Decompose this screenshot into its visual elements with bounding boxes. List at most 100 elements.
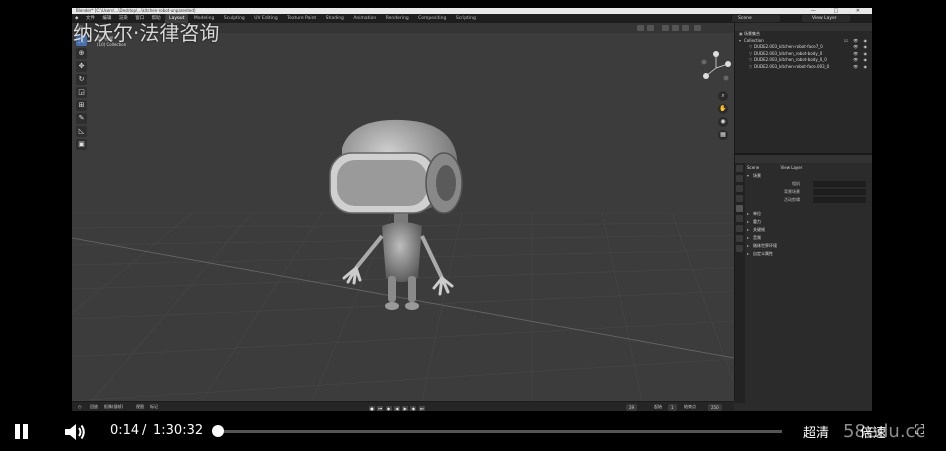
render-tab-icon[interactable] bbox=[736, 175, 743, 182]
shading-options-icon[interactable] bbox=[694, 25, 701, 31]
view-layer-label: View Layer bbox=[780, 165, 803, 170]
view-layer-selector[interactable]: View Layer bbox=[802, 15, 850, 22]
quality-button[interactable]: 超清 bbox=[803, 422, 829, 441]
tab-animation[interactable]: Animation bbox=[349, 14, 380, 23]
audio-panel-header[interactable]: ▸ 音频 bbox=[747, 234, 870, 242]
zoom-icon[interactable]: ⌕ bbox=[718, 91, 728, 101]
scene-collection-label: 场景集合 bbox=[744, 31, 760, 36]
properties-body: Scene View Layer ▾ 场景 相机 背景场景 活动剪辑 ▸ 单位 ▸ 重… bbox=[747, 163, 870, 258]
object-label: DUDE2.003_kitchen-robot-face.003_0 bbox=[754, 63, 830, 69]
playback-controls: ● ⏮ ◆ ◀ ▶ ◆ ⏭ bbox=[369, 404, 429, 412]
object-label: DUDE2.003_kitchen-robot-face7_0 bbox=[754, 44, 823, 49]
solid-shading-icon[interactable] bbox=[662, 25, 669, 31]
rigid-body-panel-header[interactable]: ▸ 刚体世界环境 bbox=[747, 242, 870, 250]
tab-texture-paint[interactable]: Texture Paint bbox=[283, 14, 320, 23]
viewport-nav-buttons: ⌕ ✋ ◉ ▦ bbox=[718, 91, 728, 143]
navigation-gizmo[interactable] bbox=[698, 50, 734, 86]
watermark-top: 纳沃尔·法律咨询 bbox=[73, 21, 220, 45]
pause-button[interactable] bbox=[13, 424, 29, 440]
units-panel-header[interactable]: ▸ 单位 bbox=[747, 210, 870, 218]
window-title: Blender* [C:\Users\...\Desktop\...\kitch… bbox=[76, 8, 196, 13]
pause-icon bbox=[23, 424, 28, 439]
rendered-shading-icon[interactable] bbox=[682, 25, 689, 31]
properties-tabs bbox=[735, 163, 745, 403]
watermark-bottom: 58edu.cc bbox=[843, 421, 926, 442]
material-shading-icon[interactable] bbox=[672, 25, 679, 31]
move-icon[interactable]: ✥ bbox=[76, 61, 87, 72]
start-frame-field[interactable]: 1 bbox=[668, 404, 677, 411]
volume-icon[interactable] bbox=[63, 421, 87, 443]
rotate-icon[interactable]: ↻ bbox=[76, 74, 87, 85]
tool-tab-icon[interactable] bbox=[736, 165, 743, 172]
grid-view-icon[interactable]: ▦ bbox=[718, 130, 728, 140]
pause-icon bbox=[15, 424, 20, 439]
tab-scripting[interactable]: Scripting bbox=[452, 14, 480, 23]
pan-icon[interactable]: ✋ bbox=[718, 104, 728, 114]
background-scene-field[interactable] bbox=[813, 189, 866, 195]
object-label: DUDE2.003_kitchen_robot-body_0_0 bbox=[754, 57, 827, 62]
background-scene-row: 背景场景 bbox=[747, 188, 870, 196]
active-clip-row: 活动剪辑 bbox=[747, 196, 870, 204]
collection-label: Collection bbox=[744, 37, 764, 43]
xray-icon[interactable] bbox=[647, 25, 654, 31]
3d-viewport[interactable]: 用户透视 (10) Collection ⬚ ⊕ ✥ ↻ ◲ ⊞ ✎ ◺ ▣ ⌕ bbox=[72, 23, 734, 401]
active-clip-field[interactable] bbox=[813, 197, 866, 203]
outliner-panel: ▣场景集合 ▾ Collection ☑ 👁 ◉ ▽ DUDE2.003_kitche… bbox=[734, 23, 872, 153]
physics-tab-icon[interactable] bbox=[736, 245, 743, 252]
gravity-panel-header[interactable]: ▸ 重力 bbox=[747, 218, 870, 226]
scene-section-label: 场景 bbox=[753, 173, 761, 178]
scene-label: Scene bbox=[747, 165, 760, 170]
active-clip-label: 活动剪辑 bbox=[784, 197, 800, 202]
video-player-controls: 0:14 / 1:30:32 超清 倍速 ⛶ bbox=[0, 411, 946, 451]
outliner-header bbox=[735, 23, 872, 31]
panel-label: 音频 bbox=[753, 235, 761, 240]
panel-label: 自定义属性 bbox=[753, 251, 773, 256]
camera-field[interactable] bbox=[813, 181, 866, 187]
output-tab-icon[interactable] bbox=[736, 185, 743, 192]
object-label: DUDE2.003_kitchen_robot-body_0 bbox=[754, 50, 823, 56]
view-layer-name: View Layer bbox=[812, 16, 837, 21]
blender-window: Blender* [C:\Users\...\Desktop\...\kitch… bbox=[72, 8, 872, 412]
panel-label: 刚体世界环境 bbox=[753, 243, 777, 248]
tab-uv-editing[interactable]: UV Editing bbox=[250, 14, 281, 23]
keyframes-panel-header[interactable]: ▸ 关键帧 bbox=[747, 226, 870, 234]
view-layer-tab-icon[interactable] bbox=[736, 195, 743, 202]
scene-section-header[interactable]: ▾ 场景 bbox=[747, 172, 870, 180]
robot-model[interactable] bbox=[312, 108, 492, 318]
scene-breadcrumb: Scene View Layer bbox=[747, 163, 870, 172]
scale-icon[interactable]: ◲ bbox=[76, 87, 87, 98]
object-tab-icon[interactable] bbox=[736, 225, 743, 232]
scene-selector[interactable]: Scene bbox=[732, 15, 780, 22]
measure-icon[interactable]: ◺ bbox=[76, 126, 87, 137]
progress-bar[interactable] bbox=[211, 425, 782, 437]
total-time: 1:30:32 bbox=[153, 423, 204, 438]
visibility-toggles[interactable]: 👁 ◉ bbox=[853, 64, 869, 71]
panel-label: 重力 bbox=[753, 219, 761, 224]
camera-field-row: 相机 bbox=[747, 180, 870, 188]
end-frame-field[interactable]: 250 bbox=[708, 404, 722, 411]
properties-header bbox=[735, 155, 872, 163]
modifier-tab-icon[interactable] bbox=[736, 235, 743, 242]
world-tab-icon[interactable] bbox=[736, 215, 743, 222]
tab-rendering[interactable]: Rendering bbox=[382, 14, 413, 23]
cursor-icon[interactable]: ⊕ bbox=[76, 48, 87, 59]
tab-compositing[interactable]: Compositing bbox=[414, 14, 450, 23]
transform-icon[interactable]: ⊞ bbox=[76, 100, 87, 111]
properties-panel: Scene View Layer ▾ 场景 相机 背景场景 活动剪辑 ▸ 单位 ▸ 重… bbox=[734, 153, 872, 403]
camera-view-icon[interactable]: ◉ bbox=[718, 117, 728, 127]
tab-sculpting[interactable]: Sculpting bbox=[220, 14, 249, 23]
custom-props-panel-header[interactable]: ▸ 自定义属性 bbox=[747, 250, 870, 258]
tab-shading[interactable]: Shading bbox=[322, 14, 348, 23]
add-cube-icon[interactable]: ▣ bbox=[76, 139, 87, 150]
current-time: 0:14 bbox=[110, 423, 140, 438]
viewport-overlay-icon[interactable] bbox=[637, 25, 644, 31]
current-frame-field[interactable]: 29 bbox=[626, 404, 638, 411]
progress-handle[interactable] bbox=[211, 425, 224, 437]
scene-name: Scene bbox=[738, 16, 752, 21]
panel-label: 关键帧 bbox=[753, 227, 765, 232]
scene-tab-icon[interactable] bbox=[736, 205, 743, 212]
background-scene-label: 背景场景 bbox=[784, 189, 800, 194]
annotate-icon[interactable]: ✎ bbox=[76, 113, 87, 124]
outliner-item[interactable]: ▽ DUDE2.003_kitchen-robot-face.003_0 👁 ◉ bbox=[735, 64, 872, 71]
tool-shelf: ⬚ ⊕ ✥ ↻ ◲ ⊞ ✎ ◺ ▣ bbox=[76, 35, 90, 152]
